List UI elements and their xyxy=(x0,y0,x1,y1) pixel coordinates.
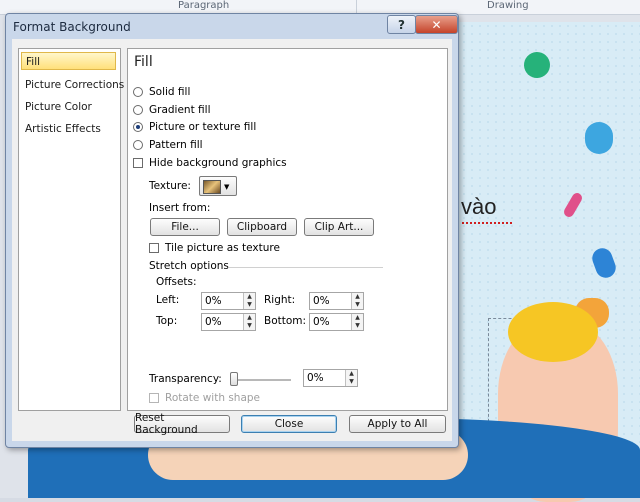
texture-swatch-icon xyxy=(203,180,221,194)
radio-gradient-fill[interactable] xyxy=(133,105,143,115)
section-title: Fill xyxy=(134,54,153,70)
transparency-label: Transparency: xyxy=(149,373,222,385)
tile-texture-label: Tile picture as texture xyxy=(165,242,280,254)
offset-top-label: Top: xyxy=(156,315,178,327)
radio-pattern-fill[interactable] xyxy=(133,140,143,150)
letter-decoration-i xyxy=(562,191,584,219)
spin-down-icon[interactable]: ▼ xyxy=(351,322,363,330)
gradient-fill-label: Gradient fill xyxy=(149,104,211,116)
offsets-label: Offsets: xyxy=(156,276,197,288)
clipboard-button[interactable]: Clipboard xyxy=(227,218,297,236)
hide-background-checkbox[interactable] xyxy=(133,158,143,168)
offset-right-label: Right: xyxy=(264,294,296,306)
transparency-slider-track[interactable] xyxy=(231,379,291,381)
offset-right-value[interactable]: 0% xyxy=(313,295,330,307)
dialog-titlebar[interactable]: Format Background ? ✕ xyxy=(6,14,458,38)
reset-background-button[interactable]: Reset Background xyxy=(134,412,230,436)
fill-panel: Fill Solid fill Gradient fill Picture or… xyxy=(127,48,448,411)
pattern-fill-label: Pattern fill xyxy=(149,139,203,151)
offset-bottom-spinner[interactable]: 0% ▲ ▼ xyxy=(309,313,364,331)
texture-dropdown[interactable]: ▼ xyxy=(199,176,237,196)
help-button[interactable]: ? xyxy=(387,15,416,34)
category-nav: Fill Picture Corrections Picture Color A… xyxy=(18,48,124,411)
solid-fill-option[interactable]: Solid fill xyxy=(133,86,190,98)
tile-texture-option[interactable]: Tile picture as texture xyxy=(149,242,280,254)
clip-art-button[interactable]: Clip Art... xyxy=(304,218,374,236)
offset-left-label: Left: xyxy=(156,294,180,306)
offset-left-value[interactable]: 0% xyxy=(205,295,222,307)
insert-from-label: Insert from: xyxy=(149,202,211,214)
texture-label: Texture: xyxy=(149,180,191,192)
gradient-fill-option[interactable]: Gradient fill xyxy=(133,104,211,116)
ribbon-group-drawing: Drawing xyxy=(487,0,529,11)
offset-bottom-value[interactable]: 0% xyxy=(313,316,330,328)
offset-top-spinner[interactable]: 0% ▲ ▼ xyxy=(201,313,256,331)
solid-fill-label: Solid fill xyxy=(149,86,191,98)
letter-decoration-c xyxy=(520,48,554,82)
offset-top-value[interactable]: 0% xyxy=(205,316,222,328)
rotate-with-shape-label: Rotate with shape xyxy=(165,392,261,404)
dialog-body: Fill Picture Corrections Picture Color A… xyxy=(12,39,452,441)
spin-down-icon[interactable]: ▼ xyxy=(243,301,255,309)
ribbon-group-paragraph: Paragraph xyxy=(178,0,230,11)
tile-texture-checkbox[interactable] xyxy=(149,243,159,253)
letter-decoration-n xyxy=(589,245,619,281)
picture-fill-option[interactable]: Picture or texture fill xyxy=(133,121,256,133)
file-button[interactable]: File... xyxy=(150,218,220,236)
apply-to-all-button[interactable]: Apply to All xyxy=(349,415,446,433)
ribbon-separator xyxy=(356,0,357,14)
picture-fill-label: Picture or texture fill xyxy=(149,121,257,133)
close-icon[interactable]: ✕ xyxy=(415,15,458,34)
nav-item-picture-color[interactable]: Picture Color xyxy=(21,98,116,116)
spin-down-icon[interactable]: ▼ xyxy=(345,378,357,386)
hide-background-option[interactable]: Hide background graphics xyxy=(133,157,287,169)
radio-picture-fill[interactable] xyxy=(133,122,143,132)
offset-bottom-label: Bottom: xyxy=(264,315,307,327)
nav-item-fill[interactable]: Fill xyxy=(21,52,116,70)
offset-right-spinner[interactable]: 0% ▲ ▼ xyxy=(309,292,364,310)
stretch-options-label: Stretch options xyxy=(149,260,229,272)
girl-hair-illustration xyxy=(508,302,598,362)
radio-solid-fill[interactable] xyxy=(133,87,143,97)
pattern-fill-option[interactable]: Pattern fill xyxy=(133,139,203,151)
dialog-title: Format Background xyxy=(13,20,131,34)
nav-item-picture-corrections[interactable]: Picture Corrections xyxy=(21,76,124,94)
transparency-value[interactable]: 0% xyxy=(307,372,324,384)
offset-left-spinner[interactable]: 0% ▲ ▼ xyxy=(201,292,256,310)
section-divider xyxy=(229,267,383,268)
spellcheck-underline xyxy=(462,219,512,224)
transparency-spinner[interactable]: 0% ▲ ▼ xyxy=(303,369,358,387)
close-button[interactable]: Close xyxy=(241,415,337,433)
spin-down-icon[interactable]: ▼ xyxy=(243,322,255,330)
transparency-slider-thumb[interactable] xyxy=(230,372,238,386)
slide-title-text[interactable]: vào xyxy=(461,194,496,220)
nav-item-artistic-effects[interactable]: Artistic Effects xyxy=(21,120,116,138)
rotate-with-shape-option: Rotate with shape xyxy=(149,392,260,404)
rotate-with-shape-checkbox xyxy=(149,393,159,403)
hide-background-label: Hide background graphics xyxy=(149,157,287,169)
spin-down-icon[interactable]: ▼ xyxy=(351,301,363,309)
letter-decoration-b xyxy=(585,122,613,154)
chevron-down-icon: ▼ xyxy=(224,183,230,191)
format-background-dialog: Format Background ? ✕ Fill Picture Corre… xyxy=(5,13,459,448)
